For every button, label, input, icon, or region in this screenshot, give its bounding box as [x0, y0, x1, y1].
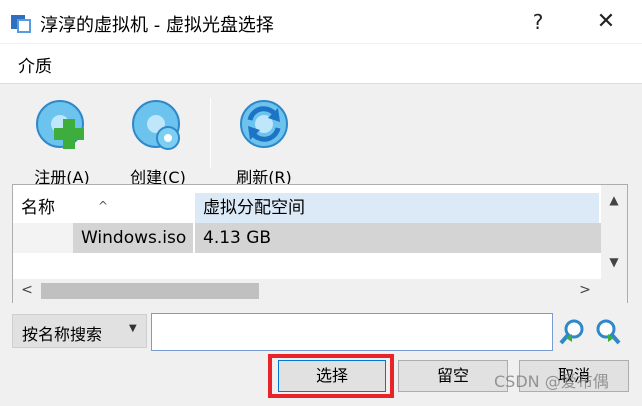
media-table: 名称 ^ 虚拟分配空间 Windows.iso 4.13 GB ▲ ▼ < >	[12, 184, 628, 303]
app-icon	[11, 15, 31, 33]
column-header-name[interactable]: 名称 ^	[13, 193, 193, 223]
row-indent	[13, 223, 73, 253]
search-mode-select[interactable]: 按名称搜索 ▼	[12, 314, 147, 348]
table-row[interactable]: Windows.iso 4.13 GB	[13, 223, 601, 253]
menu-item-media[interactable]: 介质	[18, 52, 52, 77]
search-input[interactable]	[151, 313, 553, 351]
select-button[interactable]: 选择	[278, 360, 386, 392]
register-button[interactable]: 注册(A)	[22, 98, 102, 187]
scroll-left-icon[interactable]: <	[15, 282, 39, 298]
vertical-scrollbar[interactable]: ▲ ▼	[601, 185, 627, 280]
scroll-right-icon[interactable]: >	[573, 282, 597, 298]
search-mode-label: 按名称搜索	[22, 325, 103, 344]
help-button[interactable]: ?	[518, 8, 558, 36]
scroll-up-icon[interactable]: ▲	[601, 193, 627, 207]
disc-create-icon	[132, 100, 180, 150]
cell-size: 4.13 GB	[195, 223, 601, 253]
dialog-body: 注册(A) 创建(C) 刷新(R) 名称 ^ 虚拟分配空间 Windows.is…	[0, 84, 642, 406]
cell-name: Windows.iso	[73, 223, 193, 253]
refresh-button[interactable]: 刷新(R)	[224, 98, 304, 187]
column-name-label: 名称	[21, 198, 55, 218]
scroll-down-icon[interactable]: ▼	[601, 255, 627, 269]
close-button[interactable]: ✕	[586, 8, 626, 36]
create-button[interactable]: 创建(C)	[118, 98, 198, 187]
window-title: 淳淳的虚拟机 - 虚拟光盘选择	[40, 15, 274, 36]
disc-add-icon	[36, 100, 84, 149]
leave-empty-button[interactable]: 留空	[398, 360, 508, 392]
column-header-size[interactable]: 虚拟分配空间	[195, 193, 599, 223]
toolbar-separator	[210, 98, 211, 168]
horizontal-scroll-thumb[interactable]	[41, 283, 259, 299]
refresh-icon	[240, 100, 288, 148]
horizontal-scrollbar[interactable]: < >	[13, 279, 627, 303]
watermark: CSDN @爱布偶	[494, 372, 609, 391]
menu-bar: 介质	[0, 44, 642, 84]
sort-ascending-icon: ^	[98, 199, 109, 213]
chevron-down-icon: ▼	[129, 323, 137, 334]
search-next-icon[interactable]	[594, 318, 622, 346]
title-bar: 淳淳的虚拟机 - 虚拟光盘选择 ? ✕	[0, 0, 642, 44]
search-previous-icon[interactable]	[558, 318, 586, 346]
